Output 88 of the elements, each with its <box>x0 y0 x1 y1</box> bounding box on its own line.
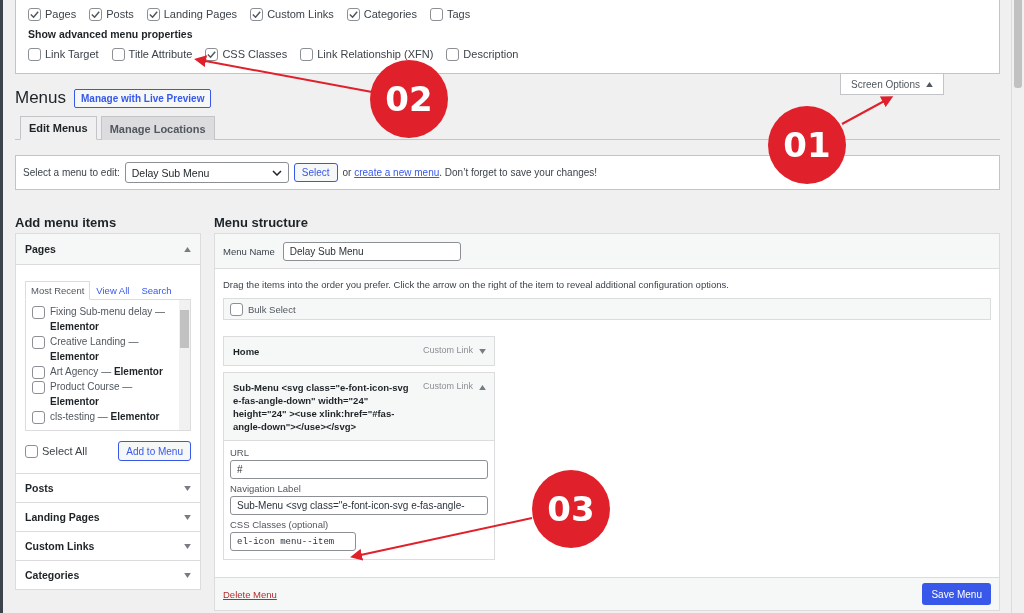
checkbox-label: Categories <box>363 8 417 20</box>
chevron-icon <box>271 169 282 176</box>
scrollbar[interactable] <box>179 300 190 430</box>
caret-icon <box>184 543 191 549</box>
column-heading: Add menu items <box>15 215 118 232</box>
select-button[interactable]: Select <box>293 163 338 182</box>
annotation-badge: 02 <box>370 60 448 138</box>
select-label: Select a menu to edit: <box>23 167 120 178</box>
checkbox[interactable] <box>32 336 45 349</box>
menu-item-type: Custom Link <box>422 381 473 391</box>
annotation-badge: 01 <box>768 106 846 184</box>
page-item-label: Product Course — Elementor <box>50 380 134 409</box>
checkbox-label: Tags <box>446 8 471 20</box>
checkbox[interactable] <box>89 7 103 21</box>
checkbox[interactable] <box>25 444 38 458</box>
checkbox[interactable] <box>32 366 45 379</box>
menu-dropdown[interactable]: Delay Sub Menu <box>124 162 289 183</box>
caret-icon <box>184 246 191 252</box>
field-label: Menu Name <box>223 245 275 257</box>
accordion-header[interactable]: Categories <box>16 561 200 589</box>
checkbox-label: Description <box>463 48 519 60</box>
checkbox[interactable] <box>346 7 360 21</box>
caret-icon <box>926 81 933 87</box>
checkbox[interactable] <box>205 47 219 61</box>
menu-item-bar[interactable]: Sub-Menu <svg class="e-font-icon-svg e-fas-angle-down" width="24" height="24" ><use xlink:href="#fas-angle-down"></use></svg> Custom Link <box>223 372 495 441</box>
checkbox[interactable] <box>28 47 41 61</box>
menu-item-title: Home <box>233 345 261 358</box>
checkbox[interactable] <box>446 47 460 61</box>
menu-name-field[interactable]: Delay Sub Menu <box>282 241 461 261</box>
page-title: Menus <box>15 88 67 108</box>
checkbox[interactable] <box>300 47 314 61</box>
field-label: CSS Classes (optional) <box>230 519 330 530</box>
checkbox-label: Select All <box>42 445 88 457</box>
menu-item-bar[interactable]: Home Custom Link <box>223 336 495 366</box>
checkbox[interactable] <box>230 302 243 316</box>
checkbox[interactable] <box>146 7 160 21</box>
accordion-header[interactable]: Custom Links <box>16 532 200 560</box>
checkbox-label: Link Relationship (XFN) <box>317 48 434 60</box>
accordion-header[interactable]: Posts <box>16 474 200 502</box>
page-item-label: Fixing Sub-menu delay — Elementor <box>50 305 167 334</box>
instructions-text: Drag the items into the order you prefer. Click the arrow on the right of the item to reveal additional configuration options. <box>223 279 730 290</box>
caret-icon <box>184 572 191 578</box>
checkbox[interactable] <box>32 411 45 424</box>
page-item-label: Art Agency — Elementor <box>50 365 163 379</box>
checkbox-label: Title Attribute <box>128 48 193 60</box>
field-label: Navigation Label <box>230 483 302 494</box>
tab[interactable]: View All <box>90 281 136 300</box>
checkbox[interactable] <box>111 47 125 61</box>
checkbox-label: Posts <box>106 8 134 20</box>
screen-options-toggle[interactable]: Screen Options <box>840 74 944 95</box>
annotation-arrow <box>841 96 894 125</box>
checkbox[interactable] <box>429 7 443 21</box>
checkbox-label: Custom Links <box>267 8 334 20</box>
add-to-menu-button[interactable]: Add to Menu <box>118 441 191 461</box>
menu-item-type: Custom Link <box>422 345 473 355</box>
checkbox[interactable] <box>32 381 45 394</box>
page-item-label: cls-testing — Elementor <box>50 410 160 424</box>
section-heading: Show advanced menu properties <box>28 28 194 40</box>
menu-item-title: Sub-Menu <svg class="e-font-icon-svg e-fas-angle-down" width="24" height="24" ><use xlink:href="#fas-angle-down"></use></svg> <box>233 381 410 433</box>
input-field[interactable]: # <box>230 460 488 479</box>
save-menu-button[interactable]: Save Menu <box>922 583 991 605</box>
delete-menu-link[interactable]: Delete Menu <box>223 588 277 600</box>
column-heading: Menu structure <box>214 215 309 232</box>
checkbox-label: CSS Classes <box>222 48 288 60</box>
checkbox-label: Landing Pages <box>163 8 238 20</box>
tab[interactable]: Edit Menus <box>20 116 97 140</box>
toggle-arrow-icon[interactable] <box>479 385 486 390</box>
tab[interactable]: Most Recent <box>25 281 91 300</box>
checkbox-label: Link Target <box>45 48 99 60</box>
input-field[interactable]: Sub-Menu <svg class="e-font-icon-svg e-fas-angle- <box>230 496 488 515</box>
checkbox[interactable] <box>28 7 41 21</box>
input-field[interactable]: el-icon menu--item <box>230 532 356 551</box>
live-preview-button[interactable]: Manage with Live Preview <box>74 88 212 108</box>
page-item-label: Creative Landing — Elementor <box>50 335 140 364</box>
tab[interactable]: Search <box>135 281 178 300</box>
accordion-header[interactable]: Pages <box>16 234 200 265</box>
field-label: URL <box>230 447 250 458</box>
checkbox-label: Pages <box>45 8 77 20</box>
checkbox-label: Bulk Select <box>248 303 296 315</box>
tab[interactable]: Manage Locations <box>100 116 215 140</box>
caret-icon <box>184 514 191 520</box>
help-text: or create a new menu. Don’t forget to save your changes! <box>342 167 598 178</box>
caret-icon <box>184 485 191 491</box>
accordion-header[interactable]: Landing Pages <box>16 503 200 531</box>
scrollbar[interactable] <box>1011 0 1024 613</box>
toggle-arrow-icon[interactable] <box>479 349 486 354</box>
checkbox[interactable] <box>250 7 264 21</box>
checkbox[interactable] <box>32 306 45 319</box>
